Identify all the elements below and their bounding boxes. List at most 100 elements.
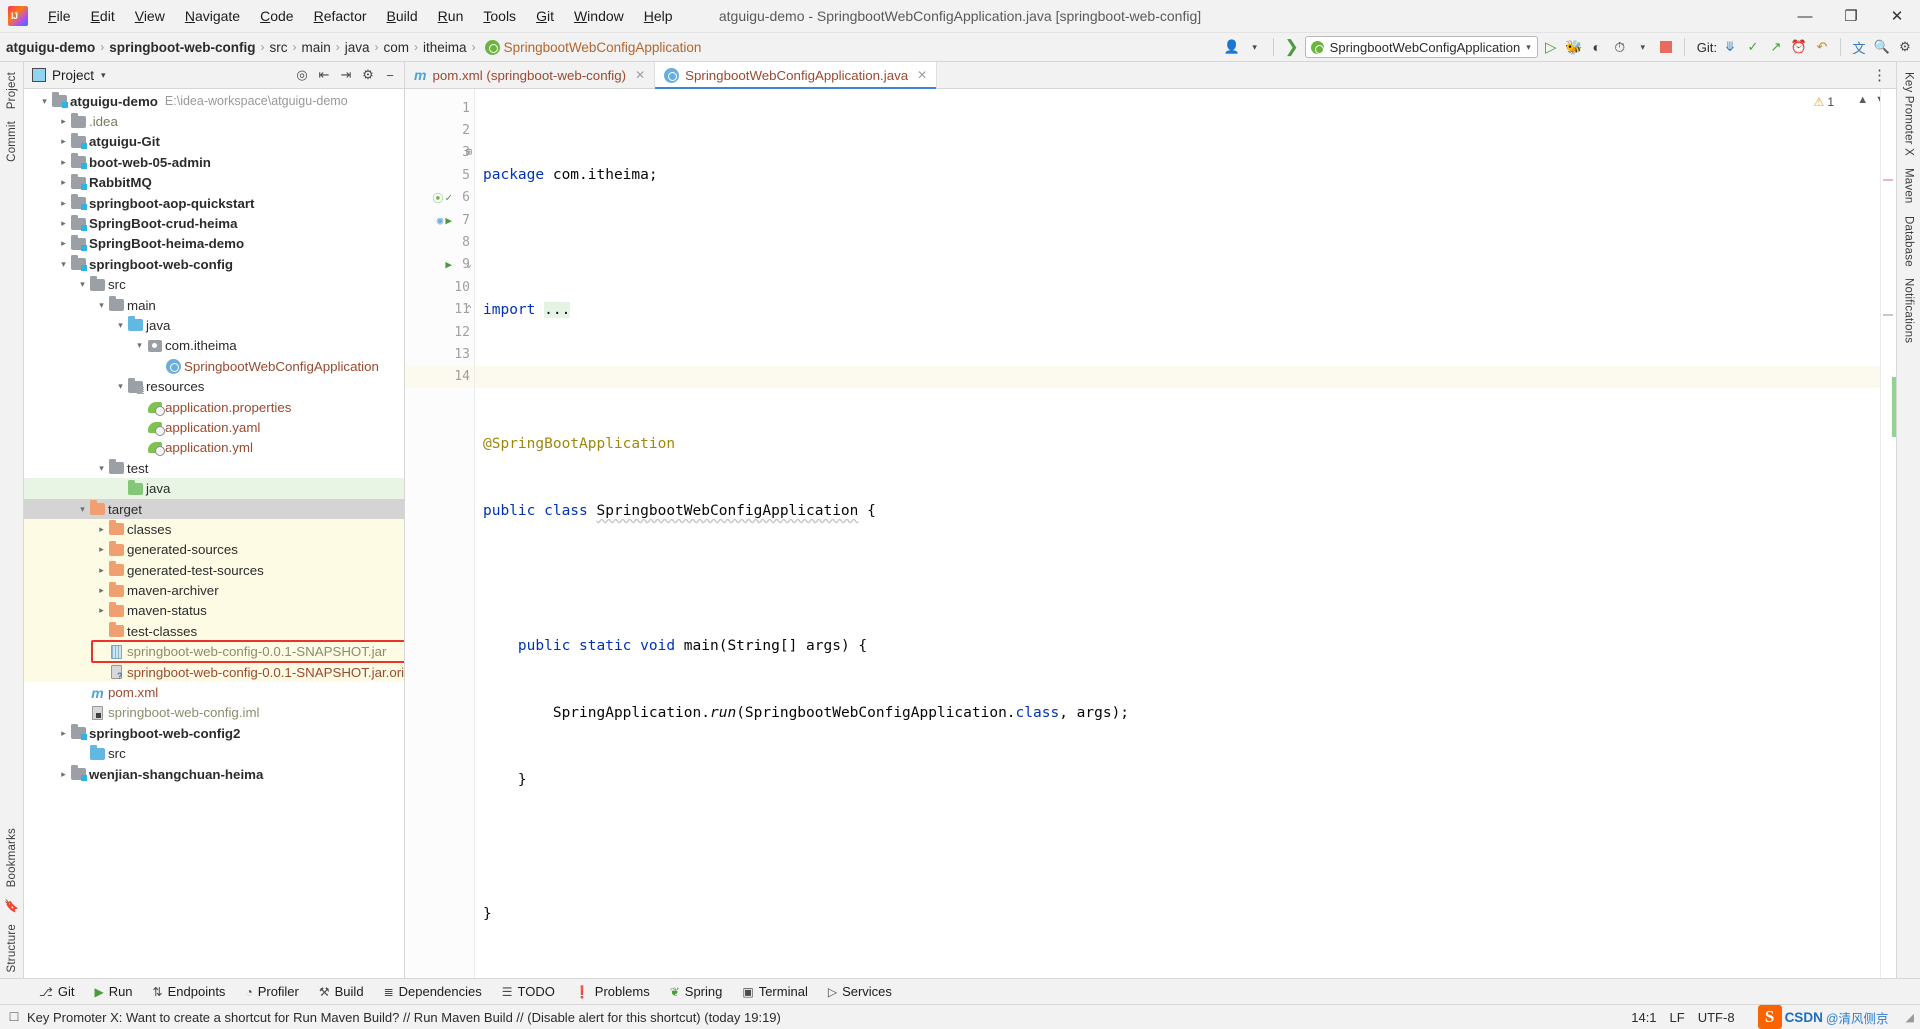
chevron-right-icon[interactable] (57, 769, 70, 780)
push-icon[interactable]: ↗ (1766, 37, 1786, 57)
tree-node-springbootwebconfigapplication[interactable]: SpringbootWebConfigApplication (24, 356, 404, 376)
tool-window-tab-git[interactable]: ⎇ Git (30, 981, 83, 1003)
close-button[interactable]: ✕ (1874, 0, 1920, 33)
code-fold-marker[interactable]: ⌃ (466, 304, 472, 315)
menu-file[interactable]: File (38, 4, 81, 28)
chevron-right-icon[interactable] (57, 157, 70, 168)
menu-edit[interactable]: Edit (81, 4, 125, 28)
breadcrumb-springboot-web-config[interactable]: springboot-web-config (109, 40, 255, 55)
tree-node-springboot-web-config2[interactable]: springboot-web-config2 (24, 723, 404, 743)
chevron-down-icon[interactable]: ▾ (101, 70, 106, 81)
tree-node-resources[interactable]: resources (24, 376, 404, 396)
tree-node-springboot-crud-heima[interactable]: SpringBoot-crud-heima (24, 213, 404, 233)
chevron-down-icon[interactable] (76, 279, 89, 290)
notification-icon[interactable]: ☐ (6, 1010, 22, 1024)
chevron-right-icon[interactable] (57, 177, 70, 188)
tree-node-generated-sources[interactable]: generated-sources (24, 539, 404, 560)
history-icon[interactable]: ⏰ (1789, 37, 1809, 57)
translate-icon[interactable]: 文 (1849, 37, 1869, 57)
chevron-right-icon[interactable] (95, 544, 108, 555)
chevron-down-icon[interactable] (133, 340, 146, 351)
close-icon[interactable]: ✕ (917, 68, 927, 82)
close-icon[interactable]: ✕ (635, 68, 645, 82)
tree-node-idea[interactable]: .idea (24, 111, 404, 131)
bookmark-icon[interactable]: 🔖 (4, 894, 19, 918)
chevron-right-icon[interactable] (95, 565, 108, 576)
breadcrumb-src[interactable]: src (269, 40, 287, 55)
chevron-down-icon[interactable]: ▾ (1245, 37, 1265, 57)
chevron-down-icon[interactable] (114, 320, 127, 331)
tree-node-springboot-web-config-iml[interactable]: springboot-web-config.iml (24, 703, 404, 723)
menu-run[interactable]: Run (428, 4, 474, 28)
chevron-down-icon[interactable]: ▾ (1526, 42, 1531, 53)
line-number-1[interactable]: 1 (405, 97, 474, 119)
tree-node-boot-web-05-admin[interactable]: boot-web-05-admin (24, 152, 404, 172)
collapse-all-icon[interactable]: ⇥ (336, 65, 356, 85)
tree-node-atguigu-git[interactable]: atguigu-Git (24, 132, 404, 152)
debug-icon[interactable]: 🐝 (1564, 37, 1584, 57)
tab-pom-xml[interactable]: m pom.xml (springboot-web-config) ✕ (405, 62, 656, 88)
tree-node-test-classes[interactable]: test-classes (24, 621, 404, 642)
tree-node-springboot-aop-quickstart[interactable]: springboot-aop-quickstart (24, 193, 404, 213)
line-separator[interactable]: LF (1670, 1010, 1685, 1025)
rail-item-structure[interactable]: Structure (3, 918, 21, 978)
rail-item-project[interactable]: Project (3, 66, 21, 115)
tool-window-tab-profiler[interactable]: ◔ Profiler (236, 981, 307, 1003)
tree-node-src[interactable]: src (24, 744, 404, 764)
line-number-7[interactable]: ◉ ▶ 7 (405, 209, 474, 231)
line-number-13[interactable]: 13 (405, 343, 474, 365)
tree-node-wenjian-shangchuan-heima[interactable]: wenjian-shangchuan-heima (24, 764, 404, 784)
run-icon[interactable]: ▷ (1541, 37, 1561, 57)
tree-node-java[interactable]: java (24, 315, 404, 335)
rail-item-maven[interactable]: Maven (1900, 162, 1918, 210)
tool-window-tab-terminal[interactable]: ▣ Terminal (733, 981, 816, 1003)
chevron-right-icon[interactable] (57, 116, 70, 127)
tree-node-src[interactable]: src (24, 275, 404, 295)
tree-node-application-properties[interactable]: application.properties (24, 397, 404, 417)
tool-window-tab-spring[interactable]: ❦ Spring (661, 981, 732, 1003)
menu-build[interactable]: Build (377, 4, 428, 28)
tool-window-tab-todo[interactable]: ☰ TODO (493, 981, 564, 1003)
line-number-12[interactable]: 12 (405, 321, 474, 343)
breadcrumb-java[interactable]: java (345, 40, 370, 55)
settings-icon[interactable]: ⚙ (358, 65, 378, 85)
tool-window-tab-build[interactable]: ⚒ Build (310, 981, 373, 1003)
gutter-run-marker[interactable]: ▶ (445, 258, 452, 271)
rail-item-key-promoter-x[interactable]: Key Promoter X (1900, 66, 1918, 162)
caret-position[interactable]: 14:1 (1631, 1010, 1656, 1025)
menu-help[interactable]: Help (634, 4, 683, 28)
commit-icon[interactable]: ✓ (1743, 37, 1763, 57)
menu-view[interactable]: View (125, 4, 175, 28)
menu-bar[interactable]: File Edit View Navigate Code Refactor Bu… (38, 4, 683, 28)
code-editor[interactable]: 1 2 ⊞ 3 5 ⦿ ✓ 6 ◉ ▶ 7 8 ▶ ⌄ 9 10 ⌃ 11 12 13 14 package com.i… (405, 89, 1896, 978)
inspection-marker[interactable] (1883, 179, 1893, 181)
stop-icon[interactable] (1656, 37, 1676, 57)
chevron-down-icon[interactable] (38, 96, 51, 107)
minimize-button[interactable]: — (1782, 0, 1828, 33)
tool-window-tab-run[interactable]: ▶ Run (85, 981, 141, 1003)
tree-node-application-yml[interactable]: application.yml (24, 438, 404, 458)
chevron-down-icon[interactable] (57, 259, 70, 270)
run-configuration-selector[interactable]: SpringbootWebConfigApplication ▾ (1304, 36, 1538, 58)
line-number-14[interactable]: 14 (405, 365, 474, 389)
settings-icon[interactable]: ⚙ (1895, 37, 1915, 57)
tree-node-classes[interactable]: classes (24, 519, 404, 540)
tree-node-springboot-web-config-0-0-1-snapshot-jar-ori[interactable]: springboot-web-config-0.0.1-SNAPSHOT.jar… (24, 661, 404, 683)
project-tree[interactable]: atguigu-demo E:\idea-workspace\atguigu-de… (24, 89, 404, 978)
rail-item-bookmarks[interactable]: Bookmarks (3, 822, 21, 893)
line-number-5[interactable]: 5 (405, 164, 474, 186)
tool-window-tab-endpoints[interactable]: ⇅ Endpoints (144, 981, 235, 1003)
resize-grip[interactable]: ◢ (1906, 1011, 1914, 1024)
inspection-marker[interactable] (1883, 314, 1893, 316)
breadcrumb-com[interactable]: com (384, 40, 410, 55)
tree-node-springboot-heima-demo[interactable]: SpringBoot-heima-demo (24, 234, 404, 254)
rail-item-commit[interactable]: Commit (3, 115, 21, 168)
tool-window-tab-problems[interactable]: ❗ Problems (566, 981, 659, 1003)
rollback-icon[interactable]: ↶ (1812, 37, 1832, 57)
search-icon[interactable]: 🔍 (1872, 37, 1892, 57)
locate-icon[interactable]: ◎ (292, 65, 312, 85)
line-number-2[interactable]: 2 (405, 119, 474, 141)
breadcrumb-springboot-web-config-application[interactable]: SpringbootWebConfigApplication (504, 40, 702, 55)
tree-node-atguigu-demo[interactable]: atguigu-demo E:\idea-workspace\atguigu-de… (24, 91, 404, 111)
run-coverage-icon[interactable]: ◐ (1587, 37, 1607, 57)
